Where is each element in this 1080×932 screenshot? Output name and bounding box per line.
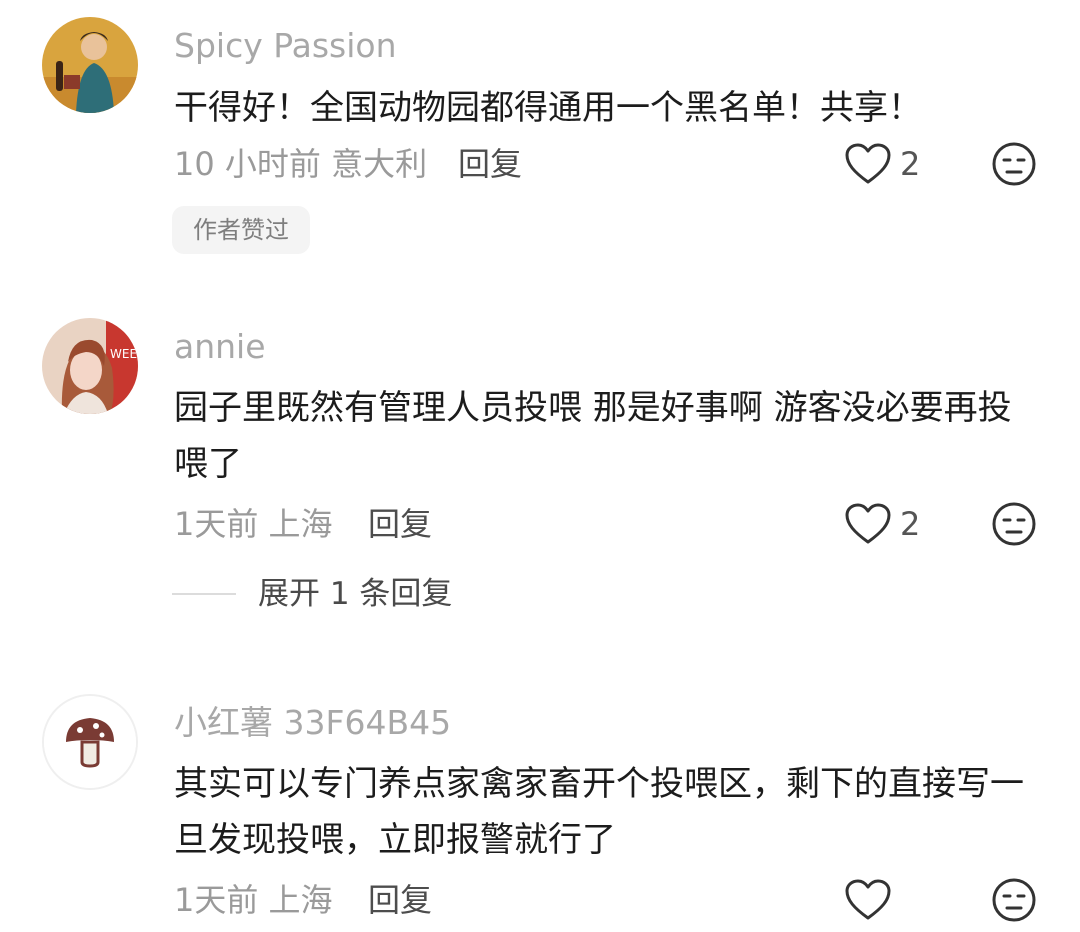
like-button[interactable]: 2 xyxy=(844,142,920,186)
like-count: 2 xyxy=(900,505,921,543)
username[interactable]: annie xyxy=(174,327,266,367)
avatar[interactable] xyxy=(42,694,138,790)
avatar[interactable]: WEET xyxy=(42,318,138,414)
author-liked-badge: 作者赞过 xyxy=(172,206,310,254)
like-button[interactable]: 2 xyxy=(844,502,920,546)
avatar[interactable] xyxy=(42,17,138,113)
heart-outline-icon xyxy=(845,879,891,920)
neutral-face-icon[interactable] xyxy=(990,876,1038,924)
expand-replies[interactable]: 展开 1 条回复 xyxy=(172,574,452,614)
heart-outline-icon xyxy=(845,503,891,544)
svg-text:WEET: WEET xyxy=(110,347,138,361)
comment-text: 园子里既然有管理人员投喂 那是好事啊 游客没必要再投喂了 xyxy=(174,388,1012,484)
username[interactable]: 小红薯 33F64B45 xyxy=(174,703,451,743)
comment-meta: 1天前 上海 xyxy=(174,881,333,919)
comment-meta: 10 小时前 意大利 xyxy=(174,145,428,183)
comment-text: 其实可以专门养点家禽家畜开个投喂区，剩下的直接写一旦发现投喂，立即报警就行了 xyxy=(174,764,1024,860)
reply-button[interactable]: 回复 xyxy=(368,504,432,544)
neutral-face-icon[interactable] xyxy=(990,140,1038,188)
username[interactable]: Spicy Passion xyxy=(174,26,397,66)
reply-button[interactable]: 回复 xyxy=(368,880,432,920)
neutral-face-icon[interactable] xyxy=(990,500,1038,548)
expand-replies-label: 展开 1 条回复 xyxy=(258,576,453,612)
like-button[interactable] xyxy=(844,878,900,922)
heart-outline-icon xyxy=(845,143,891,184)
reply-button[interactable]: 回复 xyxy=(458,144,522,184)
comment-meta: 1天前 上海 xyxy=(174,505,333,543)
divider xyxy=(172,593,236,595)
comment-text: 干得好！全国动物园都得通用一个黑名单！共享！ xyxy=(174,88,922,128)
like-count: 2 xyxy=(900,145,921,183)
